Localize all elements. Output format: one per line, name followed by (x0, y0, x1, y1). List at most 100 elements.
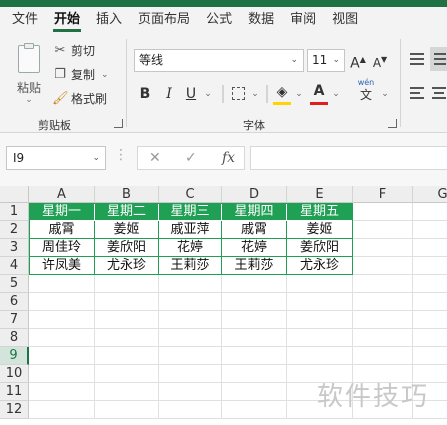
tab-file[interactable]: 文件 (0, 7, 46, 33)
cell-D6[interactable] (222, 293, 287, 311)
phonetic-guide-button[interactable]: wén 文 (355, 77, 377, 105)
underline-button[interactable]: U (182, 83, 200, 105)
font-name-select[interactable]: 等线 ⌄ (134, 49, 304, 72)
chevron-down-icon[interactable]: ⌄ (380, 83, 390, 105)
cell-E5[interactable] (287, 275, 353, 293)
enter-icon[interactable]: ✓ (185, 146, 197, 170)
chevron-down-icon[interactable]: ⌄ (203, 83, 213, 105)
tab-page-layout[interactable]: 页面布局 (130, 7, 198, 33)
cell-A11[interactable] (29, 383, 95, 401)
chevron-down-icon[interactable]: ⌄ (250, 83, 260, 105)
cell-D9[interactable] (222, 347, 287, 365)
tab-view[interactable]: 视图 (324, 7, 366, 33)
cell-C7[interactable] (159, 311, 222, 329)
cell-D10[interactable] (222, 365, 287, 383)
column-header-F[interactable]: F (353, 186, 413, 203)
row-header-12[interactable]: 12 (0, 401, 29, 419)
align-top-icon[interactable] (408, 49, 426, 71)
column-header-D[interactable]: D (222, 186, 287, 203)
align-middle-icon[interactable] (430, 47, 447, 71)
cell-E6[interactable] (287, 293, 353, 311)
cell-E8[interactable] (287, 329, 353, 347)
cell-C10[interactable] (159, 365, 222, 383)
cell-A2[interactable]: 戚霄 (29, 221, 95, 239)
copy-button[interactable]: ❐ 复制 ⌄ (52, 65, 108, 85)
cell-A6[interactable] (29, 293, 95, 311)
fill-color-button[interactable]: ◈ (273, 81, 291, 103)
paste-button[interactable]: 粘贴 ⌄ (10, 43, 48, 111)
cell-F8[interactable] (353, 329, 413, 347)
cell-C5[interactable] (159, 275, 222, 293)
cell-D8[interactable] (222, 329, 287, 347)
name-box[interactable]: I9 ⌄ (6, 146, 106, 170)
row-header-1[interactable]: 1 (0, 203, 29, 221)
cell-C1[interactable]: 星期三 (159, 203, 222, 221)
cell-E2[interactable]: 姜姬 (287, 221, 353, 239)
cell-D12[interactable] (222, 401, 287, 419)
align-left-icon[interactable] (408, 83, 426, 105)
cell-B1[interactable]: 星期二 (95, 203, 159, 221)
cell-B9[interactable] (95, 347, 159, 365)
cell-D3[interactable]: 花婷 (222, 239, 287, 257)
tab-review[interactable]: 审阅 (282, 7, 324, 33)
cell-B8[interactable] (95, 329, 159, 347)
row-header-5[interactable]: 5 (0, 275, 29, 293)
cell-D4[interactable]: 王莉莎 (222, 257, 287, 275)
cell-F5[interactable] (353, 275, 413, 293)
cell-E4[interactable]: 尤永珍 (287, 257, 353, 275)
tab-insert[interactable]: 插入 (88, 7, 130, 33)
row-header-11[interactable]: 11 (0, 383, 29, 401)
cell-F1[interactable] (353, 203, 413, 221)
cell-C6[interactable] (159, 293, 222, 311)
cell-B3[interactable]: 姜欣阳 (95, 239, 159, 257)
cell-A3[interactable]: 周佳玲 (29, 239, 95, 257)
cell-A12[interactable] (29, 401, 95, 419)
font-size-select[interactable]: 11 ⌄ (307, 49, 345, 72)
borders-button[interactable] (229, 83, 247, 105)
cell-G5[interactable] (413, 275, 447, 293)
cell-B12[interactable] (95, 401, 159, 419)
cut-button[interactable]: ✂ 剪切 (52, 41, 95, 61)
row-header-7[interactable]: 7 (0, 311, 29, 329)
cell-D2[interactable]: 戚霄 (222, 221, 287, 239)
font-launcher-icon[interactable] (388, 119, 397, 128)
cell-C2[interactable]: 戚亚萍 (159, 221, 222, 239)
column-header-B[interactable]: B (95, 186, 159, 203)
cell-C9[interactable] (159, 347, 222, 365)
cell-C8[interactable] (159, 329, 222, 347)
row-header-9[interactable]: 9 (0, 347, 29, 365)
cell-B11[interactable] (95, 383, 159, 401)
cell-B7[interactable] (95, 311, 159, 329)
font-color-button[interactable]: A (310, 80, 328, 102)
row-header-10[interactable]: 10 (0, 365, 29, 383)
cell-B4[interactable]: 尤永珍 (95, 257, 159, 275)
row-header-2[interactable]: 2 (0, 221, 29, 239)
cell-A4[interactable]: 许凤美 (29, 257, 95, 275)
row-header-6[interactable]: 6 (0, 293, 29, 311)
cell-A1[interactable]: 星期一 (29, 203, 95, 221)
column-header-C[interactable]: C (159, 186, 222, 203)
clipboard-launcher-icon[interactable] (114, 119, 123, 128)
cell-B5[interactable] (95, 275, 159, 293)
cell-G1[interactable] (413, 203, 447, 221)
cell-D7[interactable] (222, 311, 287, 329)
cell-D1[interactable]: 星期四 (222, 203, 287, 221)
cell-C12[interactable] (159, 401, 222, 419)
italic-button[interactable]: I (160, 83, 178, 105)
cell-G9[interactable] (413, 347, 447, 365)
format-painter-button[interactable]: 🖌 格式刷 (52, 89, 107, 109)
bold-button[interactable]: B (136, 83, 154, 105)
cell-A9[interactable] (29, 347, 95, 365)
cell-A7[interactable] (29, 311, 95, 329)
cell-C4[interactable]: 王莉莎 (159, 257, 222, 275)
formula-input[interactable] (250, 146, 447, 170)
cell-A5[interactable] (29, 275, 95, 293)
cell-B6[interactable] (95, 293, 159, 311)
column-header-G[interactable]: G (413, 186, 447, 203)
cell-B2[interactable]: 姜姬 (95, 221, 159, 239)
align-center-icon[interactable] (430, 83, 447, 105)
cell-C11[interactable] (159, 383, 222, 401)
cell-D11[interactable] (222, 383, 287, 401)
cell-G8[interactable] (413, 329, 447, 347)
insert-function-button[interactable]: fx (222, 146, 235, 170)
